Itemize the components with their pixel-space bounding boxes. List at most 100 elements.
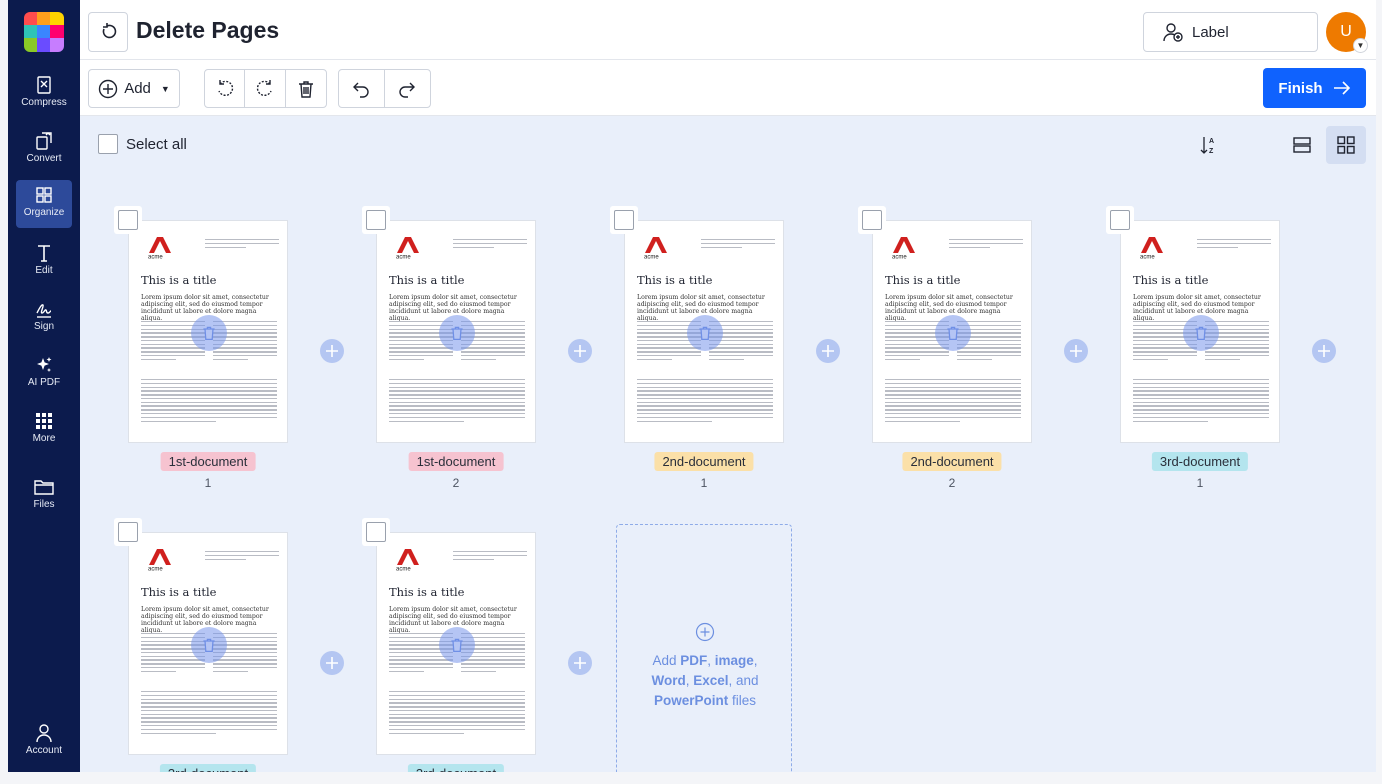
svg-text:acme: acme bbox=[396, 255, 411, 260]
account-icon bbox=[36, 724, 52, 743]
document-tag: 1st-document bbox=[408, 452, 504, 471]
sidebar-item-files[interactable]: Files bbox=[16, 472, 72, 520]
page-number: 1 bbox=[204, 476, 212, 490]
page-thumbnail[interactable]: acme This is a title Lorem ipsum dolor sit… bbox=[128, 220, 288, 443]
plus-icon bbox=[1070, 345, 1082, 357]
checkbox[interactable] bbox=[98, 134, 118, 154]
sidebar-item-compress[interactable]: Compress bbox=[16, 70, 72, 118]
page-header-lines bbox=[205, 551, 279, 562]
acme-logo-icon: acme bbox=[892, 237, 915, 260]
dz-and: and bbox=[736, 673, 759, 688]
page-thumbnail[interactable]: acme This is a title Lorem ipsum dolor sit… bbox=[376, 532, 536, 755]
page-preview-title: This is a title bbox=[1133, 273, 1209, 287]
checkbox[interactable] bbox=[118, 210, 138, 230]
insert-page-button[interactable] bbox=[1064, 339, 1088, 363]
acme-logo-icon: acme bbox=[644, 237, 667, 259]
insert-page-button[interactable] bbox=[568, 651, 592, 675]
trash-icon bbox=[1195, 326, 1207, 341]
insert-page-button[interactable] bbox=[1312, 339, 1336, 363]
insert-page-button[interactable] bbox=[816, 339, 840, 363]
undo-button[interactable] bbox=[339, 70, 385, 107]
label-button[interactable]: Label bbox=[1143, 12, 1318, 52]
page-thumbnail[interactable]: acme This is a title Lorem ipsum dolor sit… bbox=[1120, 220, 1280, 443]
plus-circle-icon bbox=[98, 79, 118, 98]
document-tag: 1st-document bbox=[160, 452, 256, 471]
page-title: Delete Pages bbox=[136, 17, 280, 43]
list-view-button[interactable] bbox=[1282, 126, 1322, 164]
sidebar-item-sign[interactable]: Sign bbox=[16, 294, 72, 342]
page-thumbnail[interactable]: acme This is a title Lorem ipsum dolor sit… bbox=[128, 532, 288, 755]
page-paragraph bbox=[141, 379, 277, 424]
app-window: Compress Convert Organize Edit Sign AI P… bbox=[0, 0, 1382, 784]
page-header-lines bbox=[453, 239, 527, 250]
compress-icon bbox=[37, 76, 51, 94]
chevron-down-icon[interactable]: ▼ bbox=[1353, 38, 1368, 53]
page-select-checkbox[interactable] bbox=[362, 518, 390, 546]
checkbox[interactable] bbox=[366, 210, 386, 230]
finish-button[interactable]: Finish bbox=[1263, 68, 1366, 108]
page-select-checkbox[interactable] bbox=[858, 206, 886, 234]
acme-logo-icon: acme bbox=[396, 549, 419, 572]
grid-view-button[interactable] bbox=[1326, 126, 1366, 164]
svg-text:acme: acme bbox=[148, 567, 163, 572]
page-thumbnail[interactable]: acme This is a title Lorem ipsum dolor sit… bbox=[872, 220, 1032, 443]
insert-page-button[interactable] bbox=[568, 339, 592, 363]
checkbox[interactable] bbox=[614, 210, 634, 230]
checkbox[interactable] bbox=[118, 522, 138, 542]
checkbox[interactable] bbox=[366, 522, 386, 542]
delete-page-overlay[interactable] bbox=[1183, 315, 1219, 351]
app-logo[interactable] bbox=[24, 12, 64, 52]
sidebar-item-organize[interactable]: Organize bbox=[16, 180, 72, 228]
add-files-dropzone[interactable]: Add PDF, image, Word, Excel, and PowerPo… bbox=[616, 524, 792, 772]
dz-image: image bbox=[714, 653, 754, 668]
page-thumbnail[interactable]: acme This is a title Lorem ipsum dolor sit… bbox=[624, 220, 784, 443]
dz-powerpoint: PowerPoint bbox=[653, 693, 729, 708]
page-header-lines bbox=[701, 239, 775, 250]
sidebar-item-label: Edit bbox=[35, 265, 53, 276]
page-select-checkbox[interactable] bbox=[362, 206, 390, 234]
dropzone-text: Add PDF, image, Word, Excel, and PowerPo… bbox=[651, 653, 759, 708]
page-select-checkbox[interactable] bbox=[610, 206, 638, 234]
page-select-checkbox[interactable] bbox=[114, 206, 142, 234]
page-preview-title: This is a title bbox=[141, 585, 217, 599]
insert-page-button[interactable] bbox=[320, 339, 344, 363]
delete-page-overlay[interactable] bbox=[687, 315, 723, 351]
insert-page-button[interactable] bbox=[320, 651, 344, 675]
delete-page-overlay[interactable] bbox=[439, 315, 475, 351]
svg-text:acme: acme bbox=[396, 567, 411, 572]
delete-page-overlay[interactable] bbox=[191, 315, 227, 351]
sort-button[interactable]: AZ bbox=[1193, 130, 1225, 160]
delete-page-overlay[interactable] bbox=[191, 627, 227, 663]
delete-button[interactable] bbox=[286, 70, 326, 107]
checkbox[interactable] bbox=[862, 210, 882, 230]
select-all-checkbox[interactable]: Select all bbox=[98, 134, 187, 154]
caret-down-icon: ▼ bbox=[160, 83, 170, 94]
sidebar-item-more[interactable]: More bbox=[16, 406, 72, 454]
sidebar-item-ai-pdf[interactable]: AI PDF bbox=[16, 350, 72, 398]
plus-icon bbox=[1318, 345, 1330, 357]
acme-logo-icon: acme bbox=[148, 549, 171, 572]
svg-text:acme: acme bbox=[892, 255, 907, 260]
sidebar-item-account[interactable]: Account bbox=[16, 718, 72, 766]
sidebar: Compress Convert Organize Edit Sign AI P… bbox=[8, 0, 80, 772]
redo-button[interactable] bbox=[385, 70, 431, 107]
plus-circle-icon bbox=[695, 622, 715, 642]
trash-icon bbox=[203, 326, 215, 341]
sidebar-item-convert[interactable]: Convert bbox=[16, 126, 72, 174]
add-button[interactable]: Add ▼ bbox=[89, 70, 179, 107]
page-select-checkbox[interactable] bbox=[114, 518, 142, 546]
delete-page-overlay[interactable] bbox=[935, 315, 971, 351]
sidebar-item-label: Files bbox=[33, 499, 55, 510]
page-select-checkbox[interactable] bbox=[1106, 206, 1134, 234]
rotate-right-button[interactable] bbox=[245, 70, 286, 107]
checkbox[interactable] bbox=[1110, 210, 1130, 230]
sidebar-item-label: Compress bbox=[21, 97, 67, 108]
rotate-left-button[interactable] bbox=[205, 70, 246, 107]
back-button[interactable] bbox=[88, 12, 128, 52]
delete-page-overlay[interactable] bbox=[439, 627, 475, 663]
trash-icon bbox=[298, 80, 313, 98]
convert-icon bbox=[36, 132, 52, 150]
sidebar-item-edit[interactable]: Edit bbox=[16, 238, 72, 286]
page-thumbnail[interactable]: acme This is a title Lorem ipsum dolor sit… bbox=[376, 220, 536, 443]
svg-text:acme: acme bbox=[1140, 255, 1155, 260]
